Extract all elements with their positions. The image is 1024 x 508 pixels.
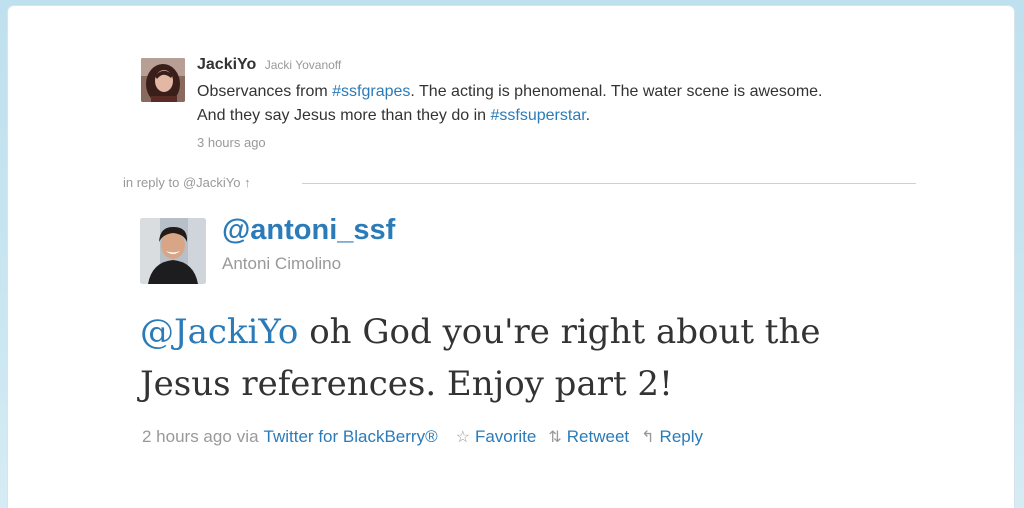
reply-timestamp[interactable]: 2 hours ago xyxy=(142,427,232,447)
hashtag-ssfsuperstar[interactable]: #ssfsuperstar xyxy=(491,107,586,124)
reply-label: Reply xyxy=(659,427,704,446)
favorite-label: Favorite xyxy=(474,427,537,446)
tweet-meta: 2 hours ago via Twitter for BlackBerry® … xyxy=(142,427,703,447)
original-tweet-text: Observances from #ssfgrapes. The acting … xyxy=(197,80,837,128)
antoni-avatar[interactable] xyxy=(140,218,206,284)
divider xyxy=(302,183,916,184)
reply-tweet-text: @JackiYo oh God you're right about the J… xyxy=(140,306,900,410)
original-timestamp[interactable]: 3 hours ago xyxy=(197,135,266,150)
mention-jackiyo[interactable]: @JackiYo xyxy=(140,312,298,352)
reply-username[interactable]: @antoni_ssf xyxy=(222,214,395,247)
in-reply-to-link[interactable]: in reply to @JackiYo ↑ xyxy=(123,175,251,190)
retweet-button[interactable]: ⇅ Retweet xyxy=(548,427,629,447)
original-display-name: Jacki Yovanoff xyxy=(264,58,342,72)
hashtag-ssfgrapes[interactable]: #ssfgrapes xyxy=(332,83,410,100)
reply-arrow-icon: ↰ xyxy=(641,429,655,446)
original-text-part: Observances from xyxy=(197,83,333,100)
jackiyo-avatar[interactable] xyxy=(141,58,185,102)
favorite-button[interactable]: ☆ Favorite xyxy=(456,427,537,447)
original-text-part: . xyxy=(585,107,591,124)
source-link[interactable]: Twitter for BlackBerry® xyxy=(264,427,438,447)
via-label: via xyxy=(236,427,259,446)
reply-display-name: Antoni Cimolino xyxy=(222,254,342,273)
retweet-label: Retweet xyxy=(566,427,630,446)
original-username[interactable]: JackiYo xyxy=(197,56,256,73)
star-icon: ☆ xyxy=(455,429,470,446)
reply-button[interactable]: ↰ Reply xyxy=(641,427,703,447)
original-tweet-header: JackiYo Jacki Yovanoff xyxy=(197,56,341,74)
retweet-icon: ⇅ xyxy=(548,429,562,446)
